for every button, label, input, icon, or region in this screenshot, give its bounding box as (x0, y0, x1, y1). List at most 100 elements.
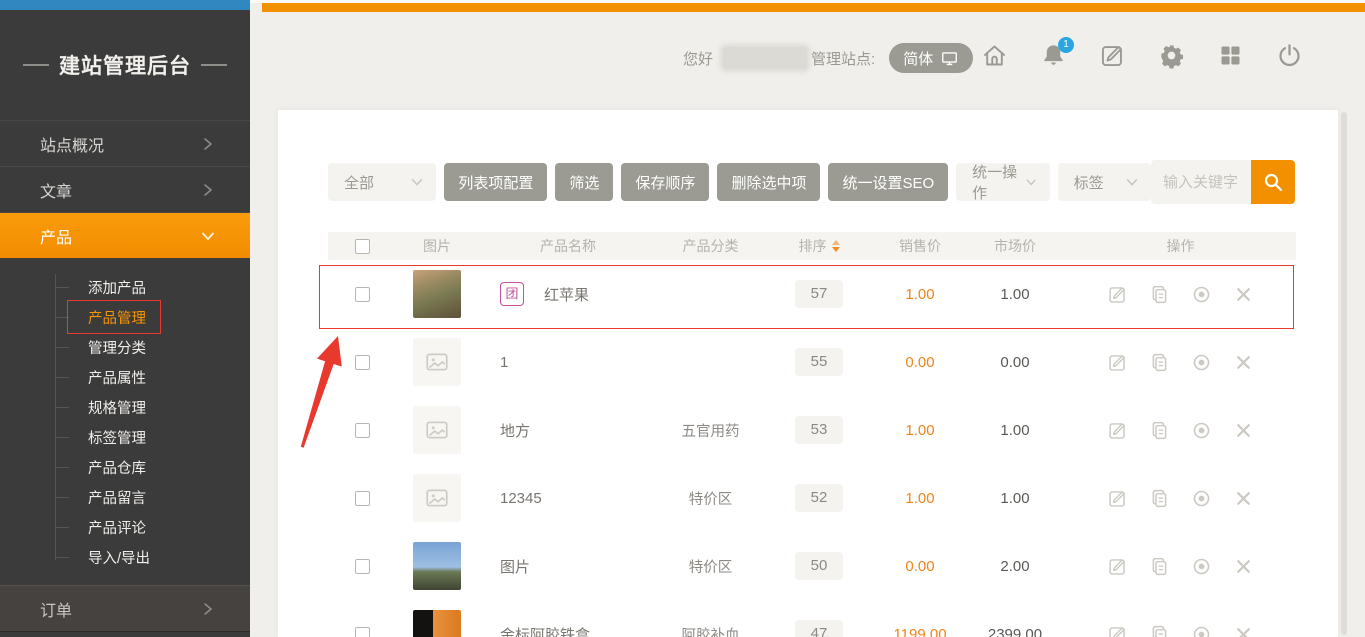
scope-select[interactable]: 全部 (328, 163, 436, 201)
chevron-right-icon (200, 136, 216, 152)
view-eye-icon[interactable] (1191, 624, 1212, 637)
view-eye-icon[interactable] (1191, 556, 1212, 577)
sidebar-item-articles[interactable]: 文章 (0, 166, 250, 212)
sidebar-item-orders[interactable]: 订单 (0, 585, 250, 632)
delete-x-icon[interactable] (1233, 420, 1254, 441)
submenu-item[interactable]: 产品管理 (0, 302, 250, 332)
select-all-checkbox[interactable] (355, 239, 370, 254)
seo-settings-button[interactable]: 统一设置SEO (828, 163, 948, 201)
product-name: 1 (500, 354, 508, 371)
copy-icon[interactable] (1149, 556, 1170, 577)
market-price: 0.00 (965, 354, 1065, 371)
sort-value[interactable]: 53 (795, 416, 843, 444)
sort-value[interactable]: 57 (795, 280, 843, 308)
power-logout-icon[interactable] (1276, 42, 1303, 69)
sale-price: 0.00 (875, 558, 965, 575)
compose-edit-icon[interactable] (1099, 42, 1126, 69)
content-scrollbar[interactable] (1341, 112, 1347, 635)
col-header-image: 图片 (396, 236, 478, 256)
view-eye-icon[interactable] (1191, 488, 1212, 509)
language-pill-label: 简体 (903, 48, 933, 69)
notifications-bell-icon[interactable]: 1 (1040, 42, 1067, 69)
settings-gear-icon[interactable] (1158, 42, 1185, 69)
sidebar-item-products[interactable]: 产品 (0, 212, 250, 258)
submenu-item[interactable]: 产品评论 (0, 512, 250, 542)
product-name: 图片 (500, 556, 530, 577)
copy-icon[interactable] (1149, 488, 1170, 509)
sort-toggle-icon[interactable] (832, 240, 840, 252)
col-header-actions: 操作 (1065, 236, 1296, 256)
row-checkbox[interactable] (355, 355, 370, 370)
col-header-sale-price: 销售价 (875, 236, 965, 256)
row-checkbox[interactable] (355, 491, 370, 506)
sidebar-item-label: 产品 (40, 224, 72, 248)
product-name: 地方 (500, 420, 530, 441)
product-category: 阿胶补血 (658, 624, 763, 637)
image-placeholder-icon (424, 485, 450, 511)
submenu-item[interactable]: 产品留言 (0, 482, 250, 512)
row-checkbox[interactable] (355, 423, 370, 438)
bulk-action-select[interactable]: 统一操作 (956, 163, 1049, 201)
product-submenu: 添加产品产品管理管理分类产品属性规格管理标签管理产品仓库产品留言产品评论导入/导… (0, 258, 250, 584)
submenu-item[interactable]: 管理分类 (0, 332, 250, 362)
submenu-item[interactable]: 导入/导出 (0, 542, 250, 572)
submenu-item-label: 添加产品 (88, 277, 146, 298)
sort-value[interactable]: 55 (795, 348, 843, 376)
table-row: 团 红苹果 57 1.00 1.00 (328, 260, 1296, 328)
sort-value[interactable]: 47 (795, 620, 843, 637)
monitor-icon (940, 49, 959, 68)
row-checkbox[interactable] (355, 559, 370, 574)
product-thumbnail (413, 610, 461, 637)
submenu-item[interactable]: 规格管理 (0, 392, 250, 422)
delete-x-icon[interactable] (1233, 488, 1254, 509)
notification-count-badge: 1 (1058, 37, 1074, 53)
edit-icon[interactable] (1107, 624, 1128, 637)
sale-price: 1.00 (875, 422, 965, 439)
list-config-button[interactable]: 列表项配置 (444, 163, 547, 201)
delete-x-icon[interactable] (1233, 556, 1254, 577)
language-site-pill[interactable]: 简体 (889, 43, 973, 73)
delete-x-icon[interactable] (1233, 284, 1254, 305)
submenu-item[interactable]: 产品仓库 (0, 452, 250, 482)
delete-x-icon[interactable] (1233, 352, 1254, 373)
copy-icon[interactable] (1149, 352, 1170, 373)
sort-value[interactable]: 52 (795, 484, 843, 512)
row-checkbox[interactable] (355, 627, 370, 637)
copy-icon[interactable] (1149, 624, 1170, 637)
submenu-item[interactable]: 产品属性 (0, 362, 250, 392)
filter-button[interactable]: 筛选 (555, 163, 613, 201)
product-toolbar: 全部 列表项配置 筛选 保存顺序 删除选中项 统一设置SEO 统一操作 标签 (328, 160, 1295, 204)
table-row: 金标阿胶铁盒 阿胶补血 47 1199.00 2399.00 (328, 600, 1296, 637)
view-eye-icon[interactable] (1191, 420, 1212, 441)
row-checkbox[interactable] (355, 287, 370, 302)
submenu-item[interactable]: 标签管理 (0, 422, 250, 452)
edit-icon[interactable] (1107, 352, 1128, 373)
sort-value[interactable]: 50 (795, 552, 843, 580)
sale-price: 0.00 (875, 354, 965, 371)
search-box (1151, 160, 1295, 204)
delete-selected-button[interactable]: 删除选中项 (717, 163, 820, 201)
sidebar-item-label: 站点概况 (40, 132, 104, 156)
table-row: 图片 特价区 50 0.00 2.00 (328, 532, 1296, 600)
save-order-button[interactable]: 保存顺序 (621, 163, 709, 201)
copy-icon[interactable] (1149, 284, 1170, 305)
edit-icon[interactable] (1107, 420, 1128, 441)
sidebar-item-site-overview[interactable]: 站点概况 (0, 120, 250, 166)
delete-x-icon[interactable] (1233, 624, 1254, 637)
product-thumbnail (413, 474, 461, 522)
submenu-item[interactable]: 添加产品 (0, 272, 250, 302)
apps-grid-icon[interactable] (1217, 42, 1244, 69)
view-eye-icon[interactable] (1191, 284, 1212, 305)
tag-select[interactable]: 标签 (1058, 163, 1151, 201)
logo-dash-right (201, 64, 227, 66)
edit-icon[interactable] (1107, 488, 1128, 509)
greeting-text: 您好 (683, 48, 713, 69)
edit-icon[interactable] (1107, 284, 1128, 305)
topbar-user-area: 您好 管理站点: 简体 (683, 42, 973, 74)
search-button[interactable] (1251, 160, 1295, 204)
home-icon[interactable] (981, 42, 1008, 69)
search-input[interactable] (1151, 160, 1251, 204)
view-eye-icon[interactable] (1191, 352, 1212, 373)
edit-icon[interactable] (1107, 556, 1128, 577)
copy-icon[interactable] (1149, 420, 1170, 441)
